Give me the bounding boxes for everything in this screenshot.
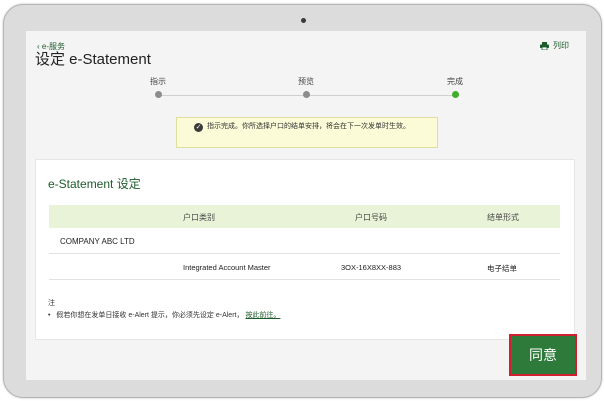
column-header-account-type: 户口类别: [183, 213, 215, 222]
camera-icon: [301, 18, 306, 23]
print-button[interactable]: 列印: [540, 40, 569, 51]
account-number: 3OX-16X8XX-883: [341, 263, 402, 272]
column-header-statement-format: 结单形式: [487, 213, 519, 222]
step-instruction: 指示: [128, 77, 188, 98]
column-header-account-number: 户口号码: [355, 213, 387, 222]
progress-steps: 指示 预览 完成: [150, 77, 463, 101]
table-row: Integrated Account Master 3OX-16X8XX-883…: [49, 254, 560, 280]
note-text: 假若你想在发单日接收 e-Alert 提示，你必须先设定 e-Alert，: [56, 312, 244, 319]
check-circle-icon: ✓: [194, 123, 203, 132]
bullet: •: [48, 312, 51, 319]
step-dot-active: [451, 91, 459, 98]
note-item: • 假若你想在发单日接收 e-Alert 提示，你必须先设定 e-Alert， …: [48, 310, 280, 320]
printer-icon: [540, 41, 549, 50]
account-type: Integrated Account Master: [183, 263, 271, 272]
step-preview: 预览: [276, 77, 336, 98]
app-screen: ‹ e-服务 设定 e-Statement 列印 指示 预览 完成 ✓ 指示完成…: [26, 31, 586, 380]
tablet-frame: ‹ e-服务 设定 e-Statement 列印 指示 预览 完成 ✓ 指示完成…: [3, 4, 602, 398]
step-label: 完成: [447, 77, 463, 86]
table-header: 户口类别 户口号码 结单形式: [49, 205, 560, 228]
ealert-link[interactable]: 按此前往。: [245, 312, 280, 319]
notice-text: 指示完成。你所选择户口的结单安排，将会在下一次发单时生效。: [207, 123, 410, 130]
step-complete: 完成: [425, 77, 485, 98]
step-dot: [154, 91, 162, 98]
page-title: 设定 e-Statement: [35, 51, 151, 68]
section-title: e-Statement 设定: [48, 177, 141, 191]
company-row: COMPANY ABC LTD: [49, 228, 560, 254]
success-notice: ✓ 指示完成。你所选择户口的结单安排，将会在下一次发单时生效。: [176, 117, 438, 148]
estatement-card: e-Statement 设定 户口类别 户口号码 结单形式 COMPANY AB…: [35, 159, 575, 340]
print-label: 列印: [553, 41, 569, 50]
statement-format: 电子结单: [487, 264, 517, 273]
company-name: COMPANY ABC LTD: [60, 237, 135, 246]
step-label: 指示: [150, 77, 166, 86]
notes-heading: 注: [48, 300, 55, 307]
agree-button[interactable]: 同意: [509, 334, 577, 376]
step-dot: [302, 91, 310, 98]
step-label: 预览: [298, 77, 314, 86]
